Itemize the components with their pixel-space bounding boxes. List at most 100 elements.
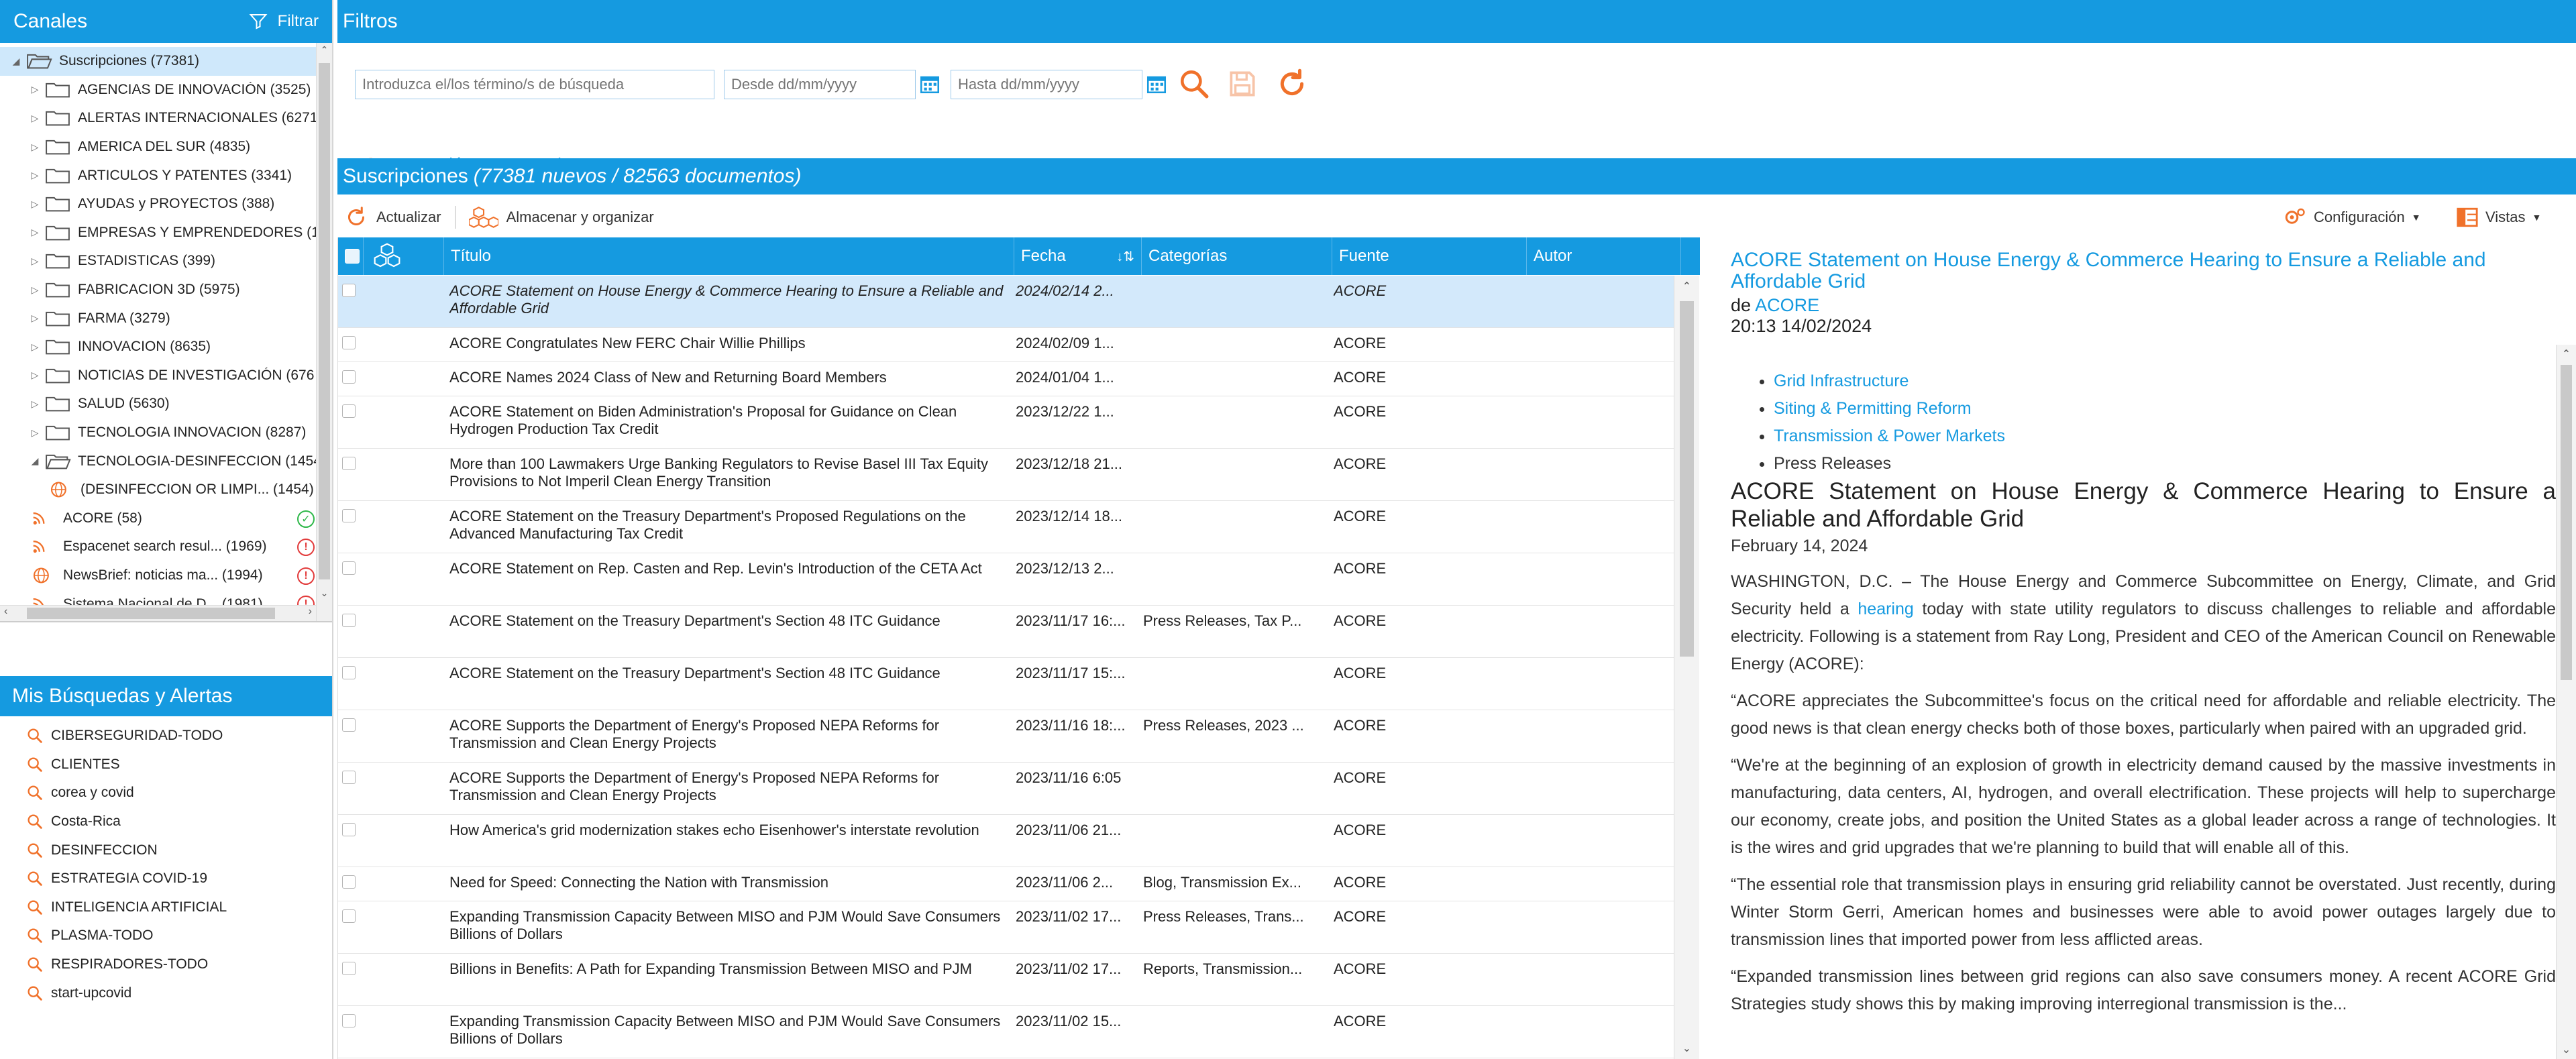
table-row[interactable]: ACORE Statement on House Energy & Commer… [338, 276, 1674, 328]
tree-item[interactable]: ▷ FABRICACION 3D (5975) [0, 276, 332, 304]
saved-search-item[interactable]: DESINFECCION [0, 836, 332, 865]
tree-horizontal-scrollbar[interactable]: ‹ › [0, 605, 316, 621]
scroll-down-icon[interactable]: ⌄ [2557, 1043, 2576, 1056]
tree-item[interactable]: ▷ INNOVACION (8635) [0, 333, 332, 361]
preview-source-link[interactable]: ACORE [1755, 295, 1819, 315]
refresh-button[interactable]: Actualizar [344, 205, 441, 229]
tree-item[interactable]: ▷ AMERICA DEL SUR (4835) [0, 133, 332, 162]
categories-column-header[interactable]: Categorías [1142, 237, 1332, 275]
sort-descending-icon[interactable]: ↓⇅ [1116, 248, 1134, 265]
saved-search-item[interactable]: corea y covid [0, 779, 332, 807]
tree-item[interactable]: ▷ AGENCIAS DE INNOVACIÓN (3525) [0, 76, 332, 105]
source-column-header[interactable]: Fuente [1332, 237, 1527, 275]
scrollbar-thumb[interactable] [1680, 301, 1694, 657]
tree-vertical-scrollbar[interactable]: ⌃ ⌄ [316, 43, 332, 621]
table-row[interactable]: ACORE Statement on the Treasury Departme… [338, 658, 1674, 710]
tree-item[interactable]: ▷ SALUD (5630) [0, 390, 332, 419]
preview-tag-link[interactable]: Grid Infrastructure [1774, 372, 1909, 390]
row-checkbox[interactable] [342, 614, 356, 627]
store-organize-button[interactable]: Almacenar y organizar [468, 205, 654, 229]
author-column-header[interactable]: Autor [1527, 237, 1681, 275]
row-checkbox[interactable] [342, 284, 356, 297]
saved-search-item[interactable]: start-upcovid [0, 979, 332, 1007]
views-menu[interactable]: Vistas ▼ [2456, 206, 2541, 229]
tree-item[interactable]: ▷ AYUDAS y PROYECTOS (388) [0, 190, 332, 219]
collapsed-arrow-icon[interactable]: ▷ [30, 370, 40, 381]
collapsed-arrow-icon[interactable]: ▷ [30, 199, 40, 210]
tree-item[interactable]: ◢ Suscripciones (77381) [0, 47, 332, 76]
scrollbar-thumb[interactable] [2561, 365, 2572, 680]
tree-item[interactable]: ACORE (58) ✓ [0, 504, 332, 533]
configuration-menu[interactable]: Configuración ▼ [2283, 205, 2421, 229]
table-row[interactable]: Expanding Transmission Capacity Between … [338, 1006, 1674, 1058]
saved-search-item[interactable]: CLIENTES [0, 750, 332, 779]
row-checkbox[interactable] [342, 718, 356, 732]
preview-tag[interactable]: Transmission & Power Markets [1774, 423, 2556, 450]
calendar-icon[interactable] [918, 72, 941, 95]
collapsed-arrow-icon[interactable]: ▷ [30, 256, 40, 267]
table-row[interactable]: ACORE Supports the Department of Energy'… [338, 763, 1674, 815]
date-from-input[interactable] [724, 70, 916, 99]
collapsed-arrow-icon[interactable]: ▷ [30, 313, 40, 324]
table-row[interactable]: Need for Speed: Connecting the Nation wi… [338, 867, 1674, 901]
collapsed-arrow-icon[interactable]: ▷ [30, 170, 40, 181]
tree-item[interactable]: ▷ ESTADISTICAS (399) [0, 247, 332, 276]
row-checkbox[interactable] [342, 336, 356, 349]
collapsed-arrow-icon[interactable]: ▷ [30, 227, 40, 238]
table-row[interactable]: ACORE Supports the Department of Energy'… [338, 710, 1674, 763]
collapsed-arrow-icon[interactable]: ▷ [30, 284, 40, 296]
tree-item[interactable]: (DESINFECCION OR LIMPI... (1454) [0, 476, 332, 504]
collapsed-arrow-icon[interactable]: ▷ [30, 427, 40, 439]
row-checkbox[interactable] [342, 561, 356, 575]
preview-tag-link[interactable]: Siting & Permitting Reform [1774, 399, 1972, 418]
table-row[interactable]: ACORE Names 2024 Class of New and Return… [338, 362, 1674, 396]
row-checkbox[interactable] [342, 666, 356, 679]
tree-item[interactable]: ▷ ALERTAS INTERNACIONALES (6271 [0, 104, 332, 133]
select-all-cell[interactable] [338, 237, 364, 275]
calendar-icon[interactable] [1145, 72, 1168, 95]
saved-search-item[interactable]: PLASMA-TODO [0, 922, 332, 950]
save-icon[interactable] [1226, 67, 1259, 101]
table-row[interactable]: ACORE Statement on the Treasury Departme… [338, 501, 1674, 553]
tree-item[interactable]: ▷ EMPRESAS Y EMPRENDEDORES (1: [0, 219, 332, 247]
search-icon[interactable] [1177, 67, 1211, 101]
collapsed-arrow-icon[interactable]: ▷ [30, 398, 40, 410]
tree-item[interactable]: NewsBrief: noticias ma... (1994)! [0, 561, 332, 590]
scroll-left-icon[interactable]: ‹ [4, 606, 7, 618]
tree-item[interactable]: Espacenet search resul... (1969)! [0, 533, 332, 561]
table-row[interactable]: More than 100 Lawmakers Urge Banking Reg… [338, 449, 1674, 501]
scroll-up-icon[interactable]: ⌃ [1674, 280, 1699, 293]
select-all-checkbox[interactable] [345, 249, 360, 264]
refresh-icon[interactable] [1275, 67, 1309, 101]
table-row[interactable]: Billions in Benefits: A Path for Expandi… [338, 954, 1674, 1006]
collapsed-arrow-icon[interactable]: ▷ [30, 84, 40, 95]
grid-scrollbar[interactable]: ⌃ ⌄ [1674, 276, 1699, 1059]
search-input[interactable] [355, 70, 714, 99]
scroll-down-icon[interactable]: ⌄ [317, 588, 332, 604]
row-checkbox[interactable] [342, 823, 356, 836]
filter-button[interactable]: Filtrar [248, 11, 319, 32]
row-checkbox[interactable] [342, 370, 356, 384]
expanded-arrow-icon[interactable]: ◢ [11, 56, 21, 67]
row-checkbox[interactable] [342, 404, 356, 418]
row-checkbox[interactable] [342, 909, 356, 923]
row-checkbox[interactable] [342, 509, 356, 522]
row-checkbox[interactable] [342, 875, 356, 889]
tree-item[interactable]: ▷ ARTICULOS Y PATENTES (3341) [0, 161, 332, 190]
scroll-up-icon[interactable]: ⌃ [2557, 347, 2576, 361]
preview-tag-link[interactable]: Transmission & Power Markets [1774, 427, 2005, 445]
table-row[interactable]: ACORE Congratulates New FERC Chair Willi… [338, 328, 1674, 362]
table-row[interactable]: ACORE Statement on the Treasury Departme… [338, 606, 1674, 658]
table-row[interactable]: ACORE Statement on Rep. Casten and Rep. … [338, 553, 1674, 606]
collapsed-arrow-icon[interactable]: ▷ [30, 142, 40, 153]
tree-item[interactable]: ▷ FARMA (3279) [0, 304, 332, 333]
group-column-header[interactable] [364, 237, 444, 275]
saved-search-item[interactable]: RESPIRADORES-TODO [0, 950, 332, 979]
saved-search-item[interactable]: ESTRATEGIA COVID-19 [0, 865, 332, 893]
title-column-header[interactable]: Título [444, 237, 1014, 275]
table-row[interactable]: Expanding Transmission Capacity Between … [338, 901, 1674, 954]
table-row[interactable]: How America's grid modernization stakes … [338, 815, 1674, 867]
collapsed-arrow-icon[interactable]: ▷ [30, 113, 40, 124]
preview-tag[interactable]: Grid Infrastructure [1774, 368, 2556, 395]
date-to-input[interactable] [951, 70, 1142, 99]
